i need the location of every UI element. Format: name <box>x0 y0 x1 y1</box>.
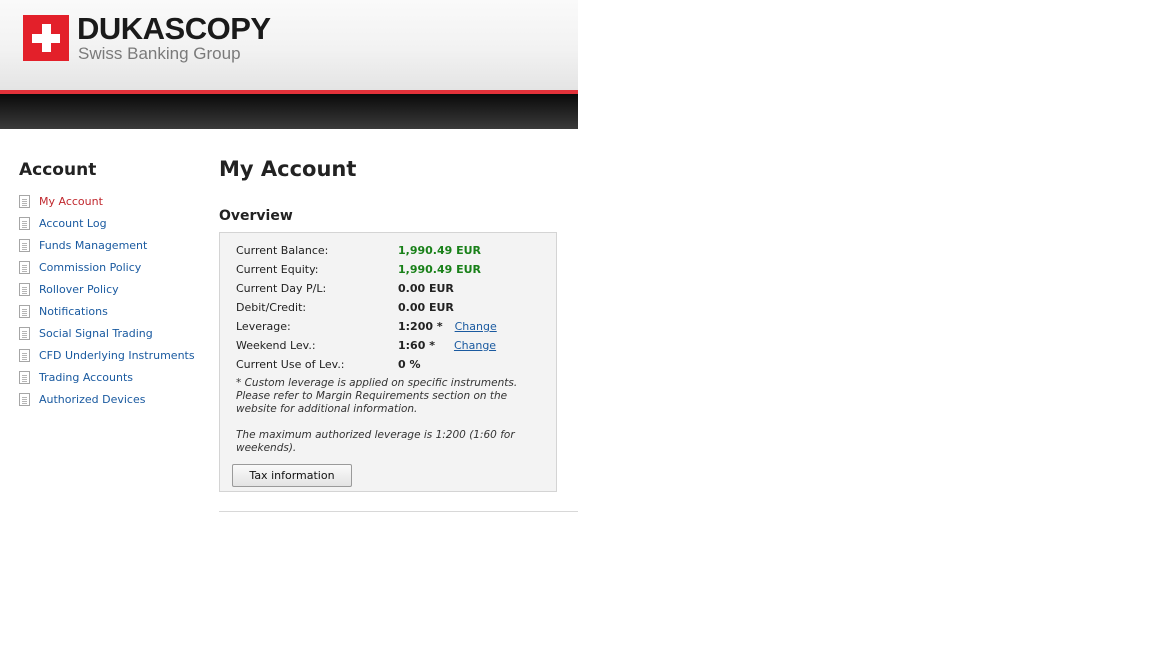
document-icon <box>19 304 30 318</box>
swiss-cross-logo-icon <box>23 15 69 61</box>
current-use-of-leverage-label: Current Use of Lev.: <box>236 358 345 371</box>
current-use-of-leverage-value: 0 % <box>398 358 421 371</box>
document-icon <box>19 370 30 384</box>
change-leverage-link[interactable]: Change <box>455 320 497 333</box>
page-title: My Account <box>219 157 357 181</box>
current-use-of-leverage-row: Current Use of Lev.: 0 % <box>236 355 421 374</box>
sidebar-item-notifications[interactable]: Notifications <box>19 300 195 322</box>
custom-leverage-note: * Custom leverage is applied on specific… <box>236 377 518 415</box>
brand-tagline: Swiss Banking Group <box>78 44 241 63</box>
debit-credit-row: Debit/Credit: 0.00 EUR <box>236 298 454 317</box>
sidebar-item-label[interactable]: Trading Accounts <box>39 371 133 384</box>
sidebar-item-label[interactable]: Funds Management <box>39 239 147 252</box>
change-weekend-leverage-link[interactable]: Change <box>454 339 496 352</box>
current-balance-value: 1,990.49 EUR <box>398 244 482 257</box>
sidebar-item-label[interactable]: Account Log <box>39 217 107 230</box>
sidebar-item-my-account[interactable]: My Account <box>19 190 195 212</box>
sidebar-item-rollover-policy[interactable]: Rollover Policy <box>19 278 195 300</box>
document-icon <box>19 194 30 208</box>
sidebar-item-social-signal-trading[interactable]: Social Signal Trading <box>19 322 195 344</box>
leverage-row: Leverage: 1:200 * Change <box>236 317 497 336</box>
document-icon <box>19 282 30 296</box>
current-day-pl-value: 0.00 EUR <box>398 282 454 295</box>
document-icon <box>19 392 30 406</box>
current-balance-row: Current Balance: 1,990.49 EUR <box>236 241 481 260</box>
current-balance-label: Current Balance: <box>236 244 329 257</box>
sidebar-item-account-log[interactable]: Account Log <box>19 212 195 234</box>
sidebar-item-funds-management[interactable]: Funds Management <box>19 234 195 256</box>
document-icon <box>19 216 30 230</box>
document-icon <box>19 326 30 340</box>
sidebar-title: Account <box>19 160 97 180</box>
header-nav-bar <box>0 94 578 129</box>
sidebar-item-label[interactable]: Social Signal Trading <box>39 327 153 340</box>
current-day-pl-label: Current Day P/L: <box>236 282 327 295</box>
brand-name: DUKASCOPY <box>77 11 271 46</box>
tax-information-button[interactable]: Tax information <box>232 464 352 487</box>
sidebar-item-trading-accounts[interactable]: Trading Accounts <box>19 366 195 388</box>
weekend-leverage-value: 1:60 * <box>398 339 435 352</box>
weekend-leverage-label: Weekend Lev.: <box>236 339 316 352</box>
document-icon <box>19 238 30 252</box>
sidebar-item-label[interactable]: Rollover Policy <box>39 283 119 296</box>
overview-heading: Overview <box>219 208 293 224</box>
content-divider <box>219 511 578 512</box>
max-leverage-note: The maximum authorized leverage is 1:200… <box>236 429 515 454</box>
leverage-value: 1:200 * <box>398 320 443 333</box>
current-equity-value: 1,990.49 EUR <box>398 263 482 276</box>
document-icon <box>19 260 30 274</box>
overview-panel: Current Balance: 1,990.49 EUR Current Eq… <box>219 232 557 492</box>
sidebar-item-label[interactable]: My Account <box>39 195 103 208</box>
sidebar-item-label[interactable]: Notifications <box>39 305 108 318</box>
sidebar-item-authorized-devices[interactable]: Authorized Devices <box>19 388 195 410</box>
header-banner: DUKASCOPY Swiss Banking Group <box>0 0 578 90</box>
current-day-pl-row: Current Day P/L: 0.00 EUR <box>236 279 454 298</box>
weekend-leverage-row: Weekend Lev.: 1:60 * Change <box>236 336 496 355</box>
sidebar-menu: My Account Account Log Funds Management … <box>19 190 195 410</box>
document-icon <box>19 348 30 362</box>
debit-credit-label: Debit/Credit: <box>236 301 307 314</box>
sidebar-item-label[interactable]: Commission Policy <box>39 261 141 274</box>
current-equity-label: Current Equity: <box>236 263 319 276</box>
current-equity-row: Current Equity: 1,990.49 EUR <box>236 260 481 279</box>
sidebar-item-label[interactable]: CFD Underlying Instruments <box>39 349 195 362</box>
leverage-label: Leverage: <box>236 320 291 333</box>
sidebar-item-cfd-underlying-instruments[interactable]: CFD Underlying Instruments <box>19 344 195 366</box>
sidebar-item-commission-policy[interactable]: Commission Policy <box>19 256 195 278</box>
debit-credit-value: 0.00 EUR <box>398 301 454 314</box>
sidebar-item-label[interactable]: Authorized Devices <box>39 393 145 406</box>
